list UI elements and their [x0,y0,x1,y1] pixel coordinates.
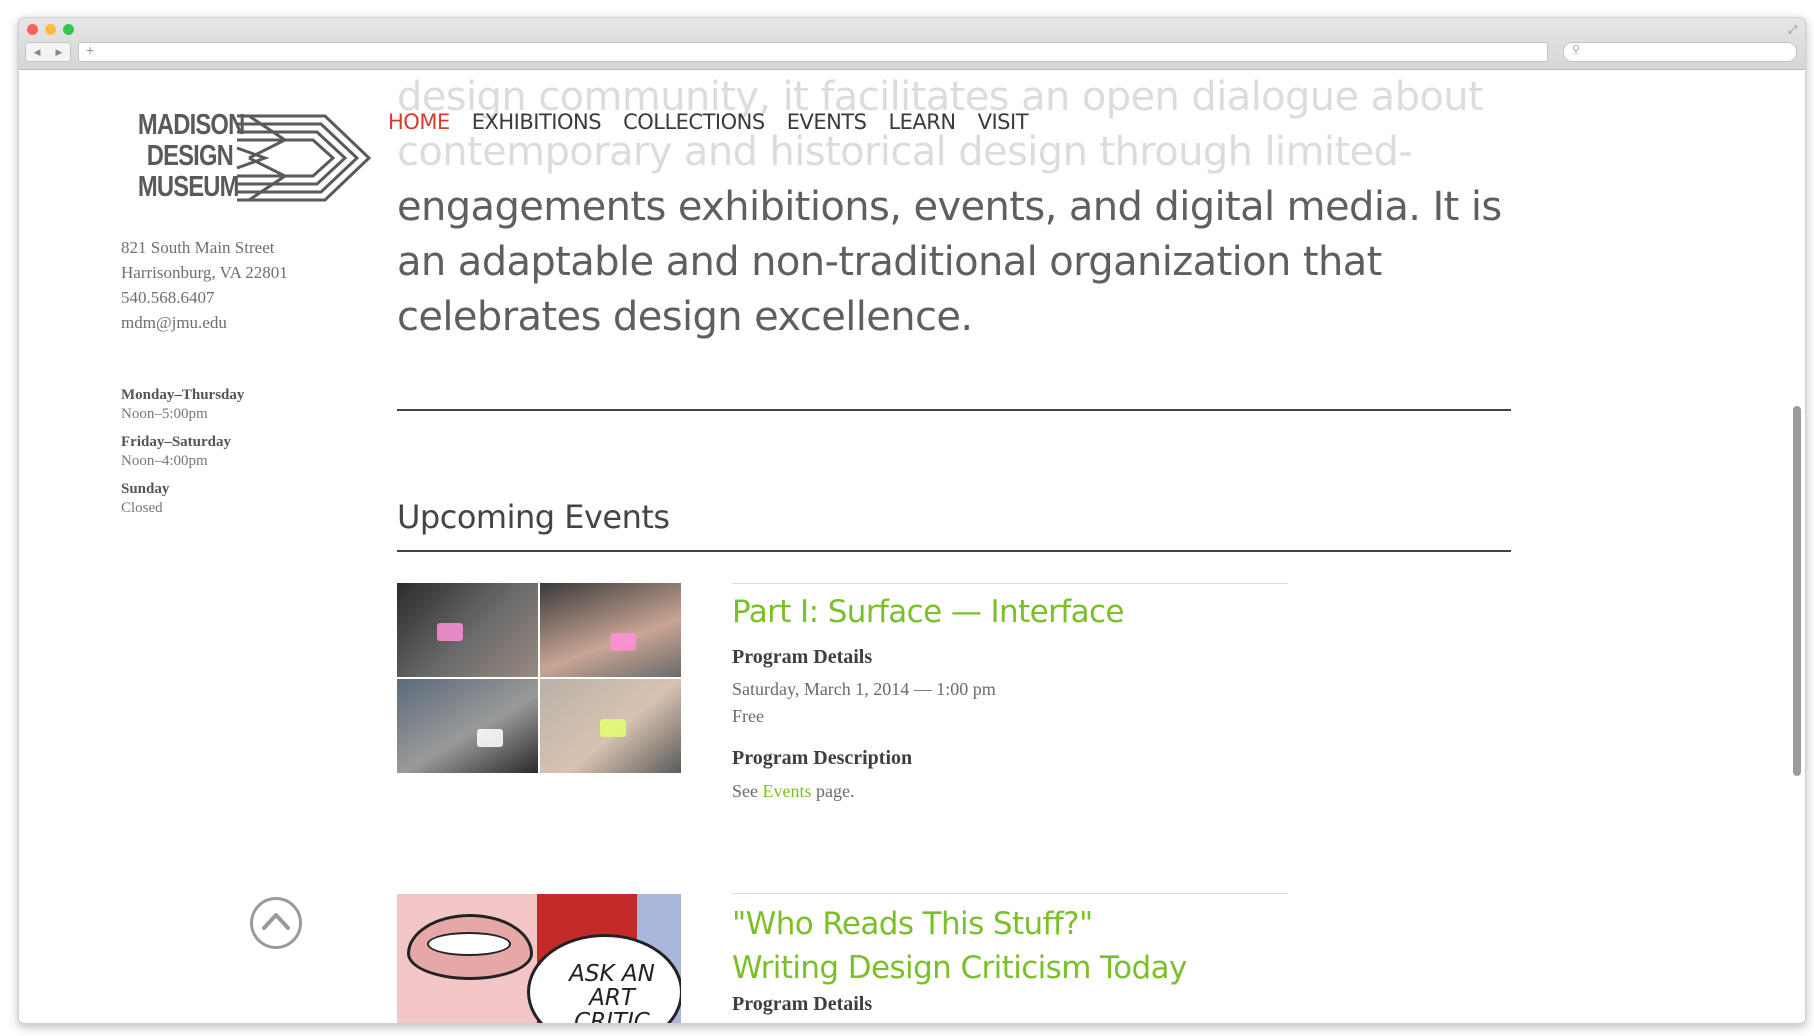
hours-day: Friday–Saturday [121,434,232,450]
opening-hours: Monday–Thursday Noon–5:00pm Friday–Satur… [121,386,341,527]
program-details-label: Program Details [732,646,873,668]
close-window-button[interactable] [27,24,38,35]
browser-toolbar: ◀ ▶ + ⚲ ⤢ [19,18,1805,70]
contact-info: 821 South Main Street Harrisonburg, VA 2… [121,235,341,335]
back-to-top-button[interactable] [250,897,302,949]
program-description-label: Program Description [732,747,913,769]
divider [397,550,1511,552]
event-title[interactable]: Part I: Surface — Interface [732,590,1332,634]
city-state-zip: Harrisonburg, VA 22801 [121,263,288,282]
event-date: Saturday, March 1, 2014 — 1:00 pm [732,679,996,699]
event-thumbnail[interactable]: ASK AN ART CRITIC [397,894,681,1023]
nav-visit[interactable]: VISIT [978,110,1029,140]
browser-window: ◀ ▶ + ⚲ ⤢ MADISON DESIGN MUSEUM 821 Sout… [18,17,1806,1024]
address-bar[interactable]: + [78,42,1548,62]
upcoming-events-heading: Upcoming Events [397,498,670,536]
nav-collections[interactable]: COLLECTIONS [623,110,765,140]
hours-time: Closed [121,500,163,516]
hours-day: Sunday [121,481,170,497]
street-address: 821 South Main Street [121,238,275,257]
nav-learn[interactable]: LEARN [888,110,956,140]
event-separator [732,893,1288,894]
thumbnail-photo [540,583,681,677]
hours-time: Noon–4:00pm [121,453,208,469]
thumbnail-photo [540,679,681,773]
history-buttons: ◀ ▶ [25,42,71,62]
nav-home[interactable]: HOME [388,110,450,140]
zoom-window-button[interactable] [63,24,74,35]
email-link[interactable]: mdm@jmu.edu [121,310,341,335]
forward-arrow-icon[interactable]: ▶ [48,43,70,61]
browser-search-field[interactable]: ⚲ [1563,42,1797,62]
main-navigation: HOME EXHIBITIONS COLLECTIONS EVENTS LEAR… [388,110,1029,140]
back-arrow-icon[interactable]: ◀ [26,43,48,61]
museum-logo[interactable]: MADISON DESIGN MUSEUM [117,110,375,210]
event-title[interactable]: "Who Reads This Stuff?" Writing Design C… [732,902,1332,990]
logo-wordmark: MADISON DESIGN MUSEUM [137,109,245,203]
vertical-scrollbar[interactable] [1793,406,1801,776]
chevron-up-icon [262,913,290,930]
phone-number[interactable]: 540.568.6407 [121,285,341,310]
speech-bubble-text: ASK AN ART CRITIC [569,961,655,1023]
search-icon: ⚲ [1572,44,1581,56]
intro-text: engagements exhibitions, events, and dig… [397,184,1502,340]
event-separator [732,583,1288,584]
thumbnail-photo [397,583,538,677]
minimize-window-button[interactable] [45,24,56,35]
event-price: Free [732,706,764,726]
program-details-label: Program Details [732,993,873,1015]
nav-exhibitions[interactable]: EXHIBITIONS [472,110,602,140]
event-thumbnail[interactable] [397,583,681,773]
new-tab-icon[interactable]: + [86,42,94,58]
thumbnail-photo [397,679,538,773]
hours-time: Noon–5:00pm [121,406,208,422]
page-viewport: MADISON DESIGN MUSEUM 821 South Main Str… [19,70,1805,1023]
event-description: See Events page. [732,781,855,801]
logo-mark-icon [236,114,372,202]
events-page-link[interactable]: Events [763,781,812,801]
nav-events[interactable]: EVENTS [787,110,867,140]
divider [397,409,1511,411]
hours-day: Monday–Thursday [121,387,245,403]
fullscreen-icon[interactable]: ⤢ [1788,24,1797,37]
